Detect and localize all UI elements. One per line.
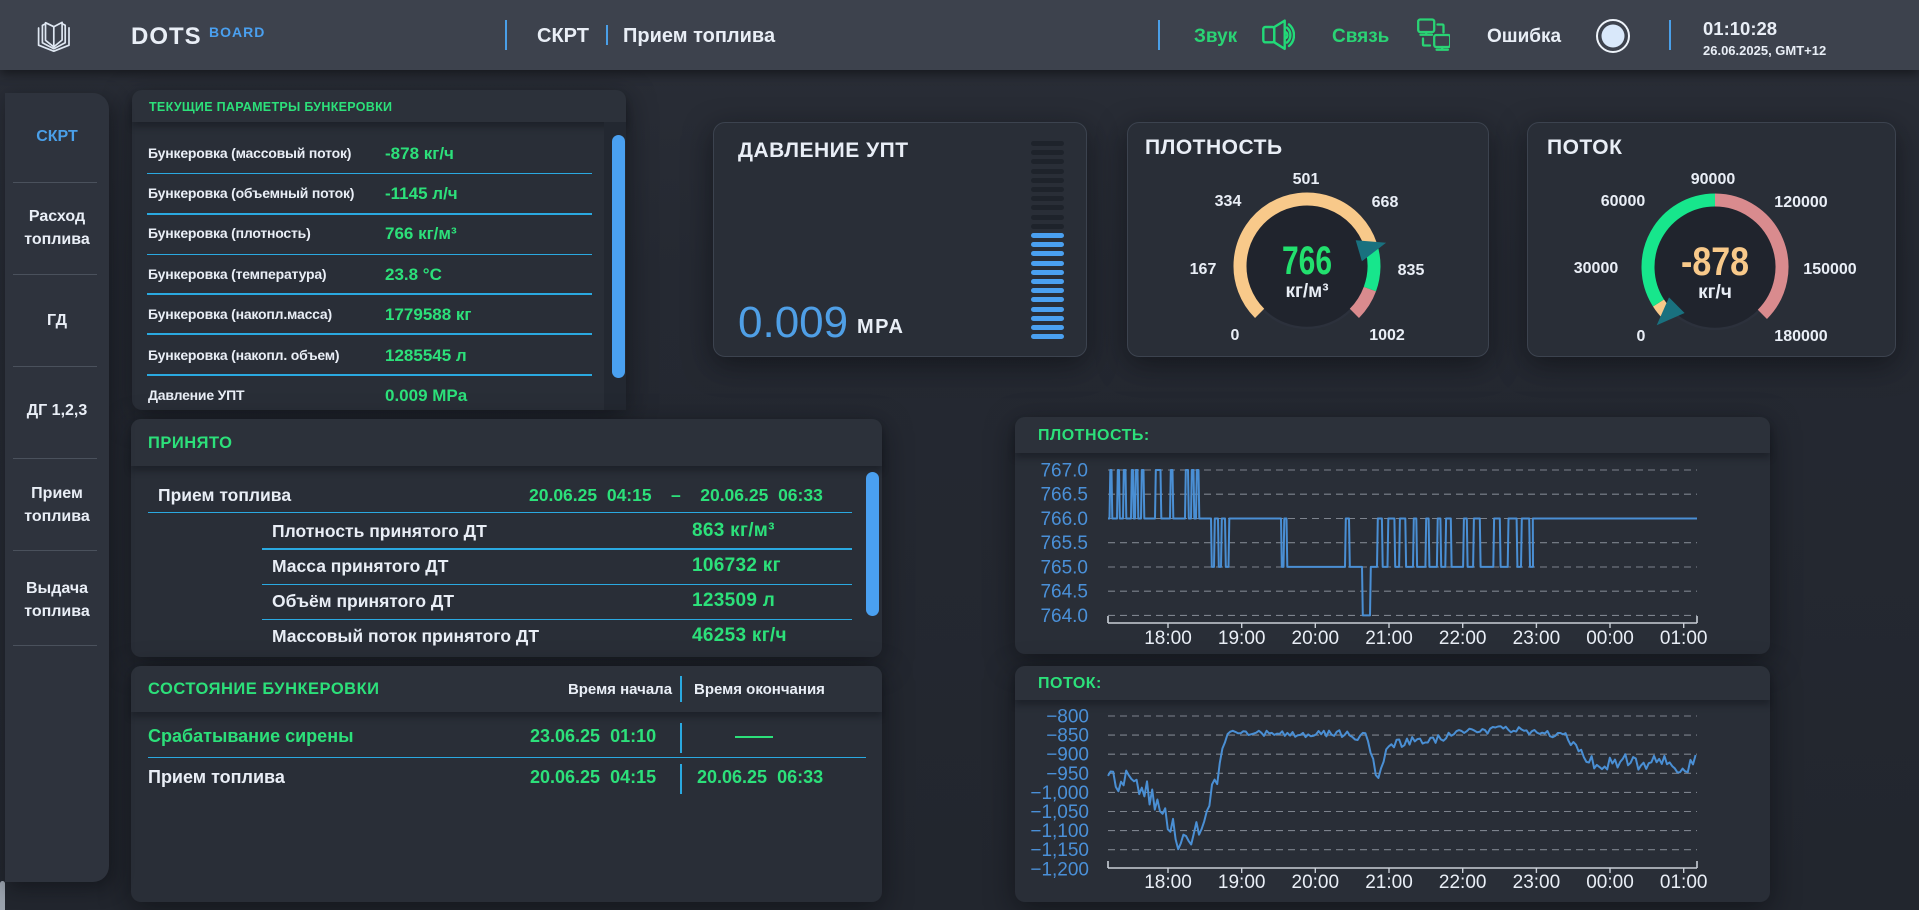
- svg-text:22:00: 22:00: [1439, 872, 1487, 893]
- svg-text:−800: −800: [1046, 707, 1089, 728]
- svg-text:668: 668: [1372, 194, 1399, 211]
- svg-text:00:00: 00:00: [1586, 628, 1634, 649]
- svg-text:20:00: 20:00: [1292, 872, 1340, 893]
- svg-text:30000: 30000: [1574, 260, 1619, 277]
- svg-text:−1,100: −1,100: [1030, 821, 1089, 842]
- svg-text:01:00: 01:00: [1660, 872, 1708, 893]
- svg-text:19:00: 19:00: [1218, 628, 1266, 649]
- svg-text:−1,000: −1,000: [1030, 783, 1089, 804]
- svg-text:766.5: 766.5: [1040, 485, 1088, 506]
- svg-text:−900: −900: [1046, 745, 1089, 766]
- svg-text:21:00: 21:00: [1365, 872, 1413, 893]
- svg-text:1002: 1002: [1369, 327, 1405, 344]
- svg-text:−1,200: −1,200: [1030, 859, 1089, 880]
- svg-text:765.5: 765.5: [1040, 533, 1088, 554]
- svg-text:765.0: 765.0: [1040, 558, 1088, 579]
- svg-text:60000: 60000: [1601, 193, 1646, 210]
- svg-text:767.0: 767.0: [1040, 461, 1088, 482]
- svg-text:23:00: 23:00: [1513, 628, 1561, 649]
- svg-text:кг/ч: кг/ч: [1698, 282, 1732, 303]
- svg-text:167: 167: [1190, 261, 1217, 278]
- svg-text:835: 835: [1398, 262, 1425, 279]
- svg-text:23:00: 23:00: [1513, 872, 1561, 893]
- svg-text:0: 0: [1231, 327, 1240, 344]
- svg-text:−950: −950: [1046, 764, 1089, 785]
- svg-text:22:00: 22:00: [1439, 628, 1487, 649]
- svg-text:01:00: 01:00: [1660, 628, 1708, 649]
- svg-text:−1,150: −1,150: [1030, 840, 1089, 861]
- svg-text:766: 766: [1282, 239, 1332, 283]
- svg-text:18:00: 18:00: [1144, 628, 1192, 649]
- svg-text:19:00: 19:00: [1218, 872, 1266, 893]
- svg-text:−1,050: −1,050: [1030, 802, 1089, 823]
- svg-text:501: 501: [1293, 171, 1320, 188]
- svg-text:20:00: 20:00: [1292, 628, 1340, 649]
- svg-text:-878: -878: [1681, 240, 1749, 284]
- svg-text:0: 0: [1637, 328, 1646, 345]
- svg-text:764.0: 764.0: [1040, 606, 1088, 627]
- svg-text:00:00: 00:00: [1586, 872, 1634, 893]
- svg-text:334: 334: [1215, 193, 1242, 210]
- svg-text:180000: 180000: [1774, 328, 1827, 345]
- svg-text:150000: 150000: [1803, 261, 1856, 278]
- svg-text:−850: −850: [1046, 726, 1089, 747]
- svg-text:764.5: 764.5: [1040, 582, 1088, 603]
- svg-text:766.0: 766.0: [1040, 509, 1088, 530]
- svg-text:21:00: 21:00: [1365, 628, 1413, 649]
- svg-text:18:00: 18:00: [1144, 872, 1192, 893]
- svg-text:90000: 90000: [1691, 171, 1736, 188]
- svg-text:120000: 120000: [1774, 194, 1827, 211]
- svg-text:кг/м³: кг/м³: [1285, 281, 1328, 302]
